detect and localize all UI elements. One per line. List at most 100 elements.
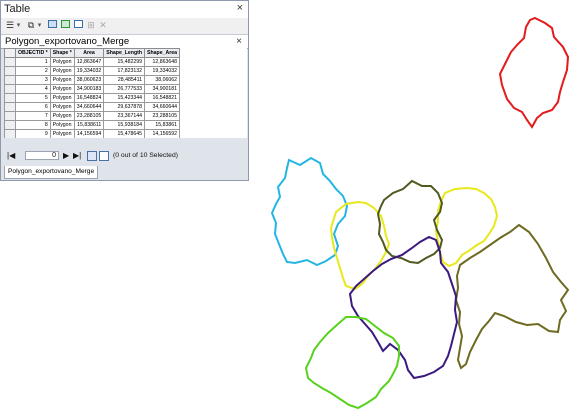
table-cell[interactable]: 15,482299 [103, 57, 146, 67]
table-cell[interactable]: Polygon [49, 111, 75, 121]
row-selector[interactable] [4, 129, 16, 138]
select-by-attributes-icon[interactable] [46, 20, 58, 31]
row-selector[interactable] [4, 93, 16, 103]
table-cell[interactable]: 23,288105 [144, 111, 181, 121]
table-cell[interactable]: 9 [15, 129, 51, 138]
row-selector[interactable] [4, 111, 16, 121]
table-cell[interactable]: 3 [15, 75, 51, 85]
polygon-yellow-2[interactable] [434, 186, 499, 268]
table-tab-bar: Polygon_exportovano_Merge [1, 166, 248, 180]
table-cell[interactable]: 15,938184 [103, 120, 146, 130]
table-row[interactable]: 4 Polygon 34,900183 26,777533 34,900181 [4, 84, 181, 94]
table-cell[interactable]: 7 [15, 111, 51, 121]
polygon-red[interactable] [498, 16, 570, 129]
table-cell[interactable]: 15,838611 [73, 120, 105, 130]
row-selector-header[interactable] [4, 48, 16, 58]
current-record-field[interactable]: 0 [25, 151, 59, 160]
polygon-yellow-1[interactable] [329, 200, 391, 291]
row-selector[interactable] [4, 84, 16, 94]
table-row[interactable]: 5 Polygon 16,548824 15,423344 16,548821 [4, 93, 181, 103]
clear-selection-icon[interactable] [72, 20, 84, 31]
window-titlebar[interactable]: Table × [1, 1, 248, 18]
column-header-shape[interactable]: Shape * [49, 48, 75, 58]
row-selector[interactable] [4, 57, 16, 67]
attribute-table[interactable]: OBJECTID * Shape * Area Shape_Length Sha… [4, 48, 247, 138]
table-cell[interactable]: 34,900181 [144, 84, 181, 94]
table-cell[interactable]: 19,334032 [144, 66, 181, 76]
chevron-down-icon[interactable]: ▾ [15, 20, 22, 31]
table-cell[interactable]: 6 [15, 102, 51, 112]
first-record-button[interactable]: |◀ [7, 149, 15, 163]
table-cell[interactable]: Polygon [49, 120, 75, 130]
table-cell[interactable]: 12,863648 [144, 57, 181, 67]
table-row[interactable]: 6 Polygon 34,660644 29,637878 34,660644 [4, 102, 181, 112]
table-window[interactable]: Table × ☰ ▾ ⧉ ▾ ⊞ ✕ Polygon_exportovano_… [0, 0, 249, 181]
table-tab-close-icon[interactable]: × [236, 35, 242, 48]
table-cell[interactable]: 28,485411 [103, 75, 146, 85]
table-cell[interactable]: 14,156592 [144, 129, 181, 138]
show-selected-records-icon[interactable] [99, 151, 109, 161]
table-cell[interactable]: 34,660644 [144, 102, 181, 112]
table-cell[interactable]: 23,367144 [103, 111, 146, 121]
table-cell[interactable]: 2 [15, 66, 51, 76]
switch-selection-icon[interactable] [59, 20, 71, 31]
table-row[interactable]: 8 Polygon 15,838611 15,938184 15,83861 [4, 120, 181, 130]
table-cell[interactable]: 17,823132 [103, 66, 146, 76]
table-cell[interactable]: Polygon [49, 66, 75, 76]
column-header-objectid[interactable]: OBJECTID * [15, 48, 51, 58]
row-selector[interactable] [4, 102, 16, 112]
table-cell[interactable]: 19,334032 [73, 66, 105, 76]
polygon-olive[interactable] [454, 223, 570, 370]
table-cell[interactable]: 1 [15, 57, 51, 67]
table-cell[interactable]: Polygon [49, 84, 75, 94]
table-cell[interactable]: Polygon [49, 57, 75, 67]
table-row[interactable]: 2 Polygon 19,334032 17,823132 19,334032 [4, 66, 181, 76]
table-cell[interactable]: 15,423344 [103, 93, 146, 103]
table-cell[interactable]: 29,637878 [103, 102, 146, 112]
table-cell[interactable]: Polygon [49, 102, 75, 112]
table-cell[interactable]: 8 [15, 120, 51, 130]
table-cell[interactable]: 16,548824 [73, 93, 105, 103]
table-cell[interactable]: 34,900183 [73, 84, 105, 94]
table-cell[interactable]: 15,83861 [144, 120, 181, 130]
row-selector[interactable] [4, 120, 16, 130]
table-toolbar: ☰ ▾ ⧉ ▾ ⊞ ✕ [1, 18, 248, 35]
table-row[interactable]: 7 Polygon 23,288105 23,367144 23,288105 [4, 111, 181, 121]
last-record-button[interactable]: ▶| [73, 149, 81, 163]
table-row[interactable]: 9 Polygon 14,156594 15,478645 14,156592 [4, 129, 181, 138]
column-header-shape-length[interactable]: Shape_Length [103, 48, 146, 58]
table-cell[interactable]: 23,288105 [73, 111, 105, 121]
show-all-records-icon[interactable] [87, 151, 97, 161]
table-cell[interactable]: 4 [15, 84, 51, 94]
row-selector[interactable] [4, 66, 16, 76]
table-cell[interactable]: Polygon [49, 93, 75, 103]
row-selector[interactable] [4, 75, 16, 85]
table-row[interactable]: 1 Polygon 12,863647 15,482299 12,863648 [4, 57, 181, 67]
table-tab-header: Polygon_exportovano_Merge × [1, 35, 248, 49]
selection-status: (0 out of 10 Selected) [113, 152, 178, 159]
table-cell[interactable]: 26,777533 [103, 84, 146, 94]
column-header-shape-area[interactable]: Shape_Area [144, 48, 181, 58]
table-cell[interactable]: 12,863647 [73, 57, 105, 67]
next-record-button[interactable]: ▶ [63, 149, 69, 163]
column-header-area[interactable]: Area [73, 48, 105, 58]
polygon-green[interactable] [304, 316, 400, 410]
table-header-row: OBJECTID * Shape * Area Shape_Length Sha… [4, 48, 181, 58]
window-close-icon[interactable]: × [237, 2, 243, 14]
record-navigation: |◀ 0 ▶ ▶| (0 out of 10 Selected) [1, 149, 248, 163]
table-cell[interactable]: 16,548821 [144, 93, 181, 103]
table-cell[interactable]: Polygon [49, 75, 75, 85]
table-cell[interactable]: Polygon [49, 129, 75, 138]
table-cell[interactable]: 14,156594 [73, 129, 105, 138]
delete-selected-icon[interactable]: ✕ [97, 20, 109, 31]
table-cell[interactable]: 34,660644 [73, 102, 105, 112]
table-tab[interactable]: Polygon_exportovano_Merge [4, 166, 99, 179]
zoom-to-selected-icon[interactable]: ⊞ [85, 20, 97, 31]
table-cell[interactable]: 38,06062 [144, 75, 181, 85]
table-cell[interactable]: 5 [15, 93, 51, 103]
table-cell[interactable]: 38,060623 [73, 75, 105, 85]
polygon-olive-dark[interactable] [376, 179, 444, 265]
chevron-down-icon[interactable]: ▾ [36, 20, 43, 31]
table-cell[interactable]: 15,478645 [103, 129, 146, 138]
table-row[interactable]: 3 Polygon 38,060623 28,485411 38,06062 [4, 75, 181, 85]
